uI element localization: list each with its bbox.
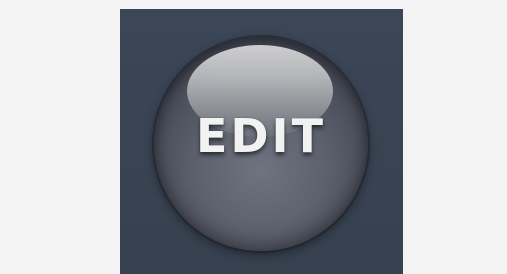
edit-button[interactable]: EDIT xyxy=(154,37,368,251)
page: EDIT xyxy=(0,0,507,274)
edit-button-label: EDIT xyxy=(195,109,327,163)
